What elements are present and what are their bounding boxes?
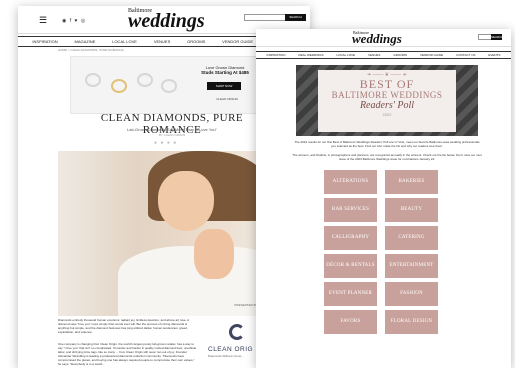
search-button[interactable]: SEARCH bbox=[285, 14, 306, 21]
intro-paragraph: The winners, and finalists, in photograp… bbox=[292, 153, 482, 161]
nav-item[interactable]: VENDOR GUIDE bbox=[222, 39, 253, 44]
nav-item[interactable]: LOCAL LOVE bbox=[112, 39, 137, 44]
article-paragraph: One company is changing that: Clean Orig… bbox=[58, 342, 197, 366]
banner-line-2: BALTIMORE WEDDINGS bbox=[331, 90, 443, 100]
readers-poll-banner: ❧ ─── ❦ ─── ☙ BEST OF BALTIMORE WEDDINGS… bbox=[296, 65, 478, 136]
earring-image bbox=[137, 73, 153, 87]
nav-item[interactable]: VENUES bbox=[368, 53, 380, 57]
intro-paragraph: The 2022 results for our first Best of B… bbox=[294, 140, 480, 148]
earring-image bbox=[161, 79, 177, 93]
nav-item[interactable]: GROOMS bbox=[393, 53, 407, 57]
site-logo[interactable]: weddings bbox=[352, 32, 402, 45]
nav-item[interactable]: VENDOR GUIDE bbox=[420, 53, 443, 57]
nav-item[interactable]: INSPIRATION bbox=[32, 39, 57, 44]
category-button-calligraphy[interactable]: CALLIGRAPHY bbox=[324, 226, 377, 250]
readers-poll-page-screenshot: Baltimore weddings SEARCH INSPIRATION RE… bbox=[256, 29, 511, 368]
ad-subheadline: Studs Starting At $485 bbox=[201, 70, 249, 75]
category-grid: ALTERATIONS BAKERIES BAR SERVICES BEAUTY… bbox=[324, 170, 438, 334]
nav-item[interactable]: MAGAZINE bbox=[75, 39, 96, 44]
nav-item[interactable]: VENUES bbox=[154, 39, 170, 44]
site-logo[interactable]: weddings bbox=[128, 11, 205, 31]
category-button-entertainment[interactable]: ENTERTAINMENT bbox=[385, 254, 438, 278]
hamburger-menu-icon[interactable]: ☰ bbox=[39, 16, 47, 25]
category-button-favors[interactable]: FAVORS bbox=[324, 310, 377, 334]
banner-year: 2022 bbox=[382, 112, 392, 117]
search-input[interactable] bbox=[244, 14, 286, 21]
nav-item[interactable]: EVENTS bbox=[488, 53, 500, 57]
banner-panel: ❧ ─── ❦ ─── ☙ BEST OF BALTIMORE WEDDINGS… bbox=[318, 70, 456, 132]
category-button-fashion[interactable]: FASHION bbox=[385, 282, 438, 306]
nav-item[interactable]: LOCAL LOVE bbox=[336, 53, 355, 57]
article-author: BY CLEAN ORIGIN bbox=[158, 133, 186, 137]
breadcrumb[interactable]: HOME > CLEAN DIAMONDS, PURE ROMANCE bbox=[58, 48, 124, 52]
nav-item[interactable]: CONTACT US bbox=[456, 53, 475, 57]
earring-image bbox=[85, 73, 101, 87]
social-icons[interactable]: ◉ f ♥ ◎ bbox=[62, 18, 86, 24]
shop-now-button[interactable]: SHOP NOW bbox=[207, 82, 241, 90]
article-subtitle: Lab-Grown Diamonds Say More Than "I Love… bbox=[127, 127, 217, 132]
photo-hand bbox=[194, 229, 234, 279]
article-paragraph: Diamonds embody thousand human emotions:… bbox=[58, 318, 190, 334]
site-header: Baltimore weddings SEARCH bbox=[256, 29, 511, 47]
ad-brand: CLEAN ORIGIN bbox=[216, 97, 238, 101]
nav-item[interactable]: REAL WEDDINGS bbox=[298, 53, 323, 57]
banner-line-3: Readers' Poll bbox=[359, 100, 415, 111]
clean-origin-logo-icon bbox=[229, 324, 245, 340]
banner-line-1: BEST OF bbox=[359, 77, 415, 91]
category-button-floral-design[interactable]: FLORAL DESIGN bbox=[385, 310, 438, 334]
search-button[interactable]: SEARCH bbox=[491, 34, 504, 40]
category-button-catering[interactable]: CATERING bbox=[385, 226, 438, 250]
earring-image bbox=[111, 79, 127, 93]
share-icons[interactable]: ● ● ● ● bbox=[154, 140, 177, 146]
category-button-beauty[interactable]: BEAUTY bbox=[385, 198, 438, 222]
category-button-bakeries[interactable]: BAKERIES bbox=[385, 170, 438, 194]
photo-face bbox=[158, 171, 214, 231]
nav-item[interactable]: INSPIRATION bbox=[266, 53, 285, 57]
main-nav: INSPIRATION REAL WEDDINGS LOCAL LOVE VEN… bbox=[256, 51, 511, 59]
earring-ad-banner[interactable]: Love Grown Diamond Studs Starting At $48… bbox=[70, 56, 276, 114]
hero-photo-woman-earring bbox=[58, 151, 288, 316]
category-button-bar-services[interactable]: BAR SERVICES bbox=[324, 198, 377, 222]
category-button-alterations[interactable]: ALTERATIONS bbox=[324, 170, 377, 194]
category-button-event-planner[interactable]: EVENT PLANNER bbox=[324, 282, 377, 306]
category-button-decor-rentals[interactable]: DÉCOR & RENTALS bbox=[324, 254, 377, 278]
nav-item[interactable]: GROOMS bbox=[187, 39, 205, 44]
